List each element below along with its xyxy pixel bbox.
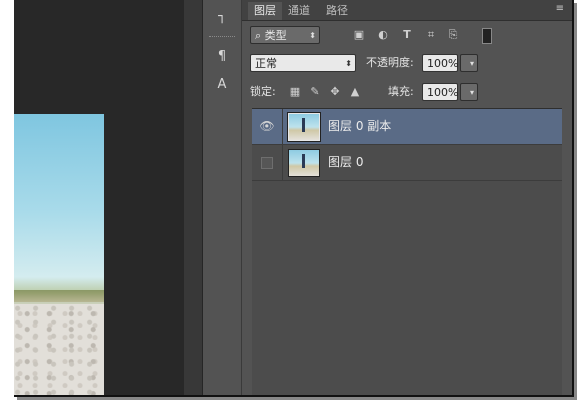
lock-image-icon[interactable]: ✎: [308, 85, 322, 99]
tab-paths[interactable]: 路径: [320, 2, 354, 20]
layers-panel: 图层 通道 路径 ≡ ⌕ 类型 ⬍ ▣ ◐ T ⌗ ⎘ 正常 ⬍ 不透明度: 1…: [242, 0, 572, 395]
chevron-down-icon: ▾: [469, 88, 474, 97]
chevron-down-icon: ▾: [469, 59, 474, 68]
tab-channels[interactable]: 通道: [282, 2, 316, 20]
updown-icon: ⬍: [345, 59, 352, 68]
fill-dropdown[interactable]: ▾: [460, 83, 478, 101]
type-filter-icon[interactable]: T: [400, 28, 414, 42]
lock-label: 锁定:: [250, 85, 276, 98]
lock-position-icon[interactable]: ✥: [328, 85, 342, 99]
image-filter-icon[interactable]: ▣: [352, 28, 366, 42]
character-panel-icon[interactable]: A: [211, 74, 233, 96]
opacity-dropdown[interactable]: ▾: [460, 54, 478, 72]
opacity-label: 不透明度:: [366, 56, 414, 69]
panel-tabs: 图层 通道 路径 ≡: [242, 0, 572, 21]
filter-toggle-icon[interactable]: [482, 28, 492, 44]
visibility-toggle[interactable]: [252, 145, 283, 180]
beach-stones: [14, 304, 104, 395]
fill-input[interactable]: 100%: [422, 83, 458, 101]
lock-all-icon[interactable]: ▲: [348, 85, 362, 99]
panel-dock-strip: ┐ ¶ A: [202, 0, 242, 395]
layer-row[interactable]: 图层 0: [252, 145, 562, 181]
document-image: [14, 114, 104, 395]
search-icon: ⌕: [255, 29, 265, 42]
fill-label: 填充:: [388, 85, 414, 98]
blend-mode-value: 正常: [255, 57, 277, 70]
canvas-edge: [184, 0, 202, 395]
updown-icon: ⬍: [309, 31, 316, 40]
dock-icon[interactable]: ┐: [211, 6, 233, 28]
layer-list: 👁 图层 0 副本 图层 0: [252, 108, 562, 395]
layer-thumbnail: [288, 149, 320, 177]
canvas-area[interactable]: [14, 0, 204, 395]
hidden-eye-icon: [261, 157, 273, 169]
panel-menu-icon[interactable]: ≡: [556, 4, 564, 14]
shape-filter-icon[interactable]: ⌗: [424, 28, 438, 42]
tab-layers[interactable]: 图层: [248, 2, 282, 20]
layer-name[interactable]: 图层 0 副本: [328, 109, 391, 144]
dock-grip[interactable]: [209, 36, 235, 39]
smart-object-filter-icon[interactable]: ⎘: [446, 28, 460, 42]
app-window: ┐ ¶ A 图层 通道 路径 ≡ ⌕ 类型 ⬍ ▣ ◐ T ⌗ ⎘ 正常 ⬍ 不…: [14, 0, 574, 397]
paragraph-panel-icon[interactable]: ¶: [211, 46, 233, 68]
lock-transparent-icon[interactable]: ▦: [288, 85, 302, 99]
eye-icon[interactable]: 👁: [252, 109, 283, 144]
filter-kind-label: 类型: [264, 29, 287, 42]
blend-mode-select[interactable]: 正常 ⬍: [250, 54, 356, 72]
adjustment-filter-icon[interactable]: ◐: [376, 28, 390, 42]
layer-name[interactable]: 图层 0: [328, 145, 363, 180]
filter-kind-select[interactable]: ⌕ 类型 ⬍: [250, 26, 320, 44]
grass-strip: [14, 290, 104, 302]
layer-thumbnail: [287, 112, 321, 142]
layer-row[interactable]: 👁 图层 0 副本: [252, 109, 562, 145]
opacity-input[interactable]: 100%: [422, 54, 458, 72]
